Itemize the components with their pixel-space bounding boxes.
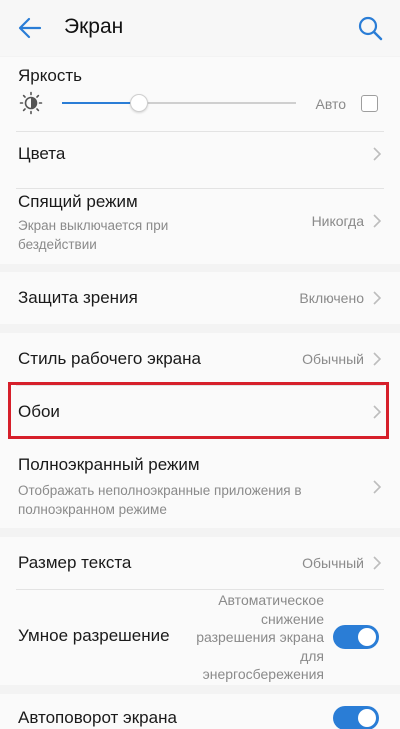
group-rotation: Автоповорот экрана: [0, 694, 400, 729]
auto-rotate-label: Автоповорот экрана: [18, 708, 177, 727]
group-display-basic: Яркость Авто Цвета Спящий режим Экран вы…: [0, 57, 400, 264]
home-style-value: Обычный: [302, 351, 364, 367]
auto-brightness-label: Авто: [315, 96, 346, 112]
toggle-knob: [358, 628, 376, 646]
wallpaper-highlight-frame: [8, 382, 389, 439]
auto-brightness-checkbox[interactable]: [361, 95, 378, 112]
brightness-row: Яркость Авто: [0, 57, 400, 131]
eye-protection-value: Включено: [299, 290, 364, 306]
app-bar: Экран: [0, 0, 400, 56]
chevron-right-icon: [372, 555, 382, 571]
fullscreen-description: Отображать неполноэкранные приложения в …: [18, 483, 302, 517]
smart-resolution-toggle[interactable]: [333, 625, 379, 649]
sleep-row[interactable]: Спящий режим Экран выключается при безде…: [0, 189, 400, 264]
brightness-icon: [19, 91, 43, 115]
chevron-right-icon: [372, 479, 382, 495]
brightness-slider-fill: [62, 102, 140, 104]
smart-resolution-label: Умное разрешение: [18, 626, 170, 645]
sleep-value: Никогда: [311, 213, 364, 229]
smart-resolution-row[interactable]: Умное разрешение Автоматическое снижение…: [0, 590, 400, 685]
colors-row[interactable]: Цвета: [0, 132, 400, 188]
brightness-label: Яркость: [18, 66, 82, 85]
sleep-description: Экран выключается при бездействии: [18, 218, 169, 252]
chevron-right-icon: [372, 351, 382, 367]
text-size-label: Размер текста: [18, 553, 132, 572]
smart-resolution-description: Автоматическое снижение разрешения экран…: [196, 592, 324, 682]
display-settings-screen: Экран Яркость Авто Цвета Спящий режим Эк…: [0, 0, 400, 729]
fullscreen-row[interactable]: Полноэкранный режим Отображать неполноэк…: [0, 439, 400, 528]
group-eye-protection: Защита зрения Включено: [0, 272, 400, 324]
chevron-right-icon: [372, 290, 382, 306]
chevron-right-icon: [372, 146, 382, 162]
auto-rotate-row[interactable]: Автоповорот экрана: [0, 694, 400, 729]
back-arrow-icon[interactable]: [16, 14, 44, 42]
eye-protection-row[interactable]: Защита зрения Включено: [0, 272, 400, 324]
brightness-slider[interactable]: [62, 94, 296, 112]
text-size-row[interactable]: Размер текста Обычный: [0, 537, 400, 589]
home-style-label: Стиль рабочего экрана: [18, 349, 201, 368]
page-title: Экран: [64, 15, 124, 38]
text-size-value: Обычный: [302, 555, 364, 571]
home-style-row[interactable]: Стиль рабочего экрана Обычный: [0, 333, 400, 385]
eye-protection-label: Защита зрения: [18, 288, 138, 307]
group-text-resolution: Размер текста Обычный Умное разрешение А…: [0, 537, 400, 685]
auto-rotate-toggle[interactable]: [333, 706, 379, 729]
search-icon[interactable]: [356, 14, 384, 42]
sleep-label: Спящий режим: [18, 192, 138, 211]
chevron-right-icon: [372, 213, 382, 229]
fullscreen-label: Полноэкранный режим: [18, 455, 200, 474]
colors-label: Цвета: [18, 144, 66, 163]
toggle-knob: [358, 709, 376, 727]
